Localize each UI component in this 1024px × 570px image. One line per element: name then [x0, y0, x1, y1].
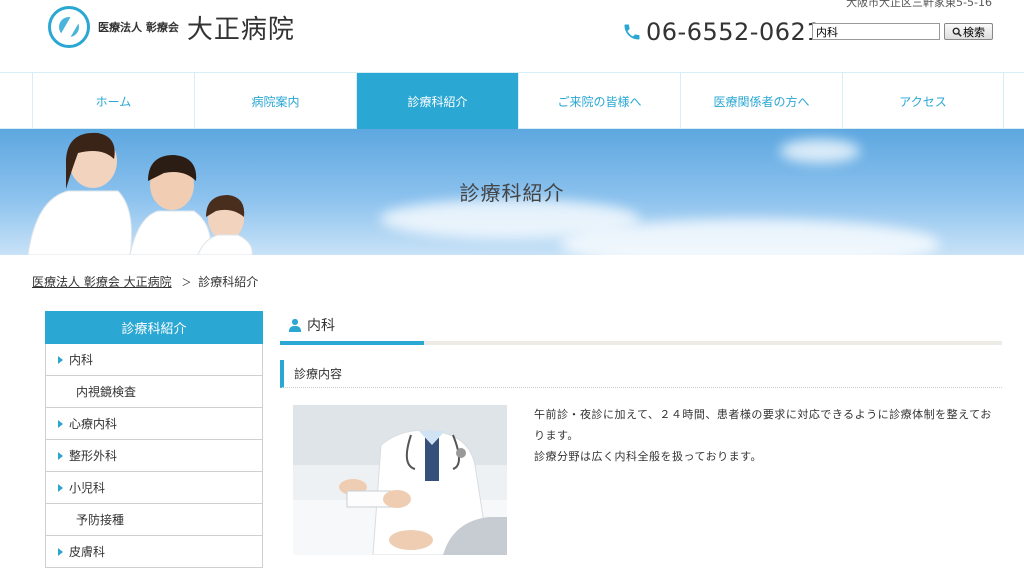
- sidebar-item-label: 内科: [69, 353, 94, 367]
- nav-access[interactable]: アクセス: [842, 73, 1004, 129]
- caret-right-icon: [58, 451, 63, 460]
- search-button[interactable]: 検索: [944, 23, 993, 40]
- phone-icon: [624, 24, 640, 40]
- search-icon: [952, 27, 962, 37]
- search-input[interactable]: [812, 23, 940, 40]
- department-description: 午前診・夜診に加えて、２４時間、患者様の要求に対応できるように診療体制を整えてお…: [534, 404, 994, 467]
- sidebar-item-label: 予防接種: [76, 513, 125, 527]
- sidebar-item-psychosomatic[interactable]: 心療内科: [45, 408, 263, 440]
- doctor-consultation-photo: [293, 405, 507, 555]
- nav-home[interactable]: ホーム: [32, 73, 194, 129]
- sidebar-item-label: 皮膚科: [69, 545, 106, 559]
- department-sidebar: 診療科紹介 内科 内視鏡検査 心療内科 整形外科 小児科 予防接種 皮膚科: [45, 311, 263, 568]
- site-header: 大阪市大正区三軒家東5-5-16 医療法人 彰療会 大正病院 06-6552-0…: [0, 0, 1024, 72]
- caret-right-icon: [58, 355, 63, 364]
- address-text: 大阪市大正区三軒家東5-5-16: [846, 0, 992, 9]
- nav-departments[interactable]: 診療科紹介: [356, 73, 518, 129]
- global-nav: ホーム 病院案内 診療科紹介 ご来院の皆様へ 医療関係者の方へ アクセス: [0, 72, 1024, 129]
- phone-number[interactable]: 06-6552-0621: [622, 18, 822, 46]
- breadcrumb: 医療法人 彰療会 大正病院 ＞ 診療科紹介: [32, 273, 258, 290]
- hero-title: 診療科紹介: [459, 181, 565, 205]
- sidebar-item-orthopedics[interactable]: 整形外科: [45, 440, 263, 472]
- nav-hospital-guide[interactable]: 病院案内: [194, 73, 356, 129]
- breadcrumb-home-link[interactable]: 医療法人 彰療会 大正病院: [32, 275, 172, 289]
- sidebar-item-label: 整形外科: [69, 449, 118, 463]
- sidebar-item-internal-medicine[interactable]: 内科: [45, 344, 263, 376]
- main-content: 内科 診療内容 午前診・夜診に加えて、２４時間、患者様の要求に対応できるように診…: [280, 308, 1002, 555]
- description-paragraph: 午前診・夜診に加えて、２４時間、患者様の要求に対応できるように診療体制を整えてお…: [534, 408, 992, 442]
- sidebar-item-label: 小児科: [69, 481, 106, 495]
- nav-for-medical-staff[interactable]: 医療関係者の方へ: [680, 73, 842, 129]
- section-title-rule: [280, 341, 1002, 345]
- description-paragraph: 診療分野は広く内科全般を扱っております。: [534, 450, 763, 463]
- caret-right-icon: [58, 419, 63, 428]
- cloud-shape: [780, 139, 860, 163]
- hero-banner: 診療科紹介: [0, 129, 1024, 255]
- sidebar-header: 診療科紹介: [45, 311, 263, 344]
- subsection-title: 診療内容: [280, 360, 1002, 388]
- sidebar-item-endoscopy[interactable]: 内視鏡検査: [45, 376, 263, 408]
- caret-right-icon: [58, 547, 63, 556]
- sidebar-item-pediatrics[interactable]: 小児科: [45, 472, 263, 504]
- doctor-icon: [288, 318, 302, 332]
- phone-text: 06-6552-0621: [646, 18, 823, 46]
- breadcrumb-separator: ＞: [181, 278, 192, 289]
- sidebar-item-dermatology[interactable]: 皮膚科: [45, 536, 263, 568]
- breadcrumb-current: 診療科紹介: [198, 275, 259, 289]
- sidebar-item-label: 内視鏡検査: [76, 385, 137, 399]
- logo-mark-icon: [48, 6, 90, 48]
- sidebar-item-vaccination[interactable]: 予防接種: [45, 504, 263, 536]
- section-title: 内科: [280, 308, 1002, 341]
- nav-for-visitors[interactable]: ご来院の皆様へ: [518, 73, 680, 129]
- caret-right-icon: [58, 483, 63, 492]
- logo-subtitle: 医療法人 彰療会: [98, 21, 179, 34]
- section-title-text: 内科: [307, 317, 335, 334]
- site-logo[interactable]: 医療法人 彰療会 大正病院: [48, 6, 295, 48]
- sidebar-item-label: 心療内科: [69, 417, 118, 431]
- search-button-label: 検索: [963, 25, 985, 39]
- site-search: 検索: [812, 23, 993, 40]
- logo-title: 大正病院: [186, 14, 295, 45]
